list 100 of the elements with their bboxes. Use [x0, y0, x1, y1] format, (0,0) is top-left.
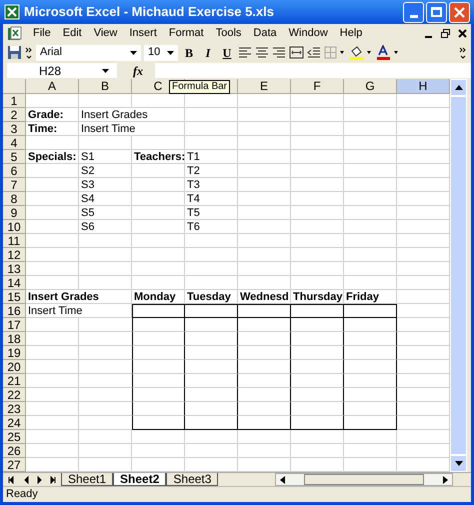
grid-cell[interactable]: S1 [79, 150, 132, 164]
grid-cell[interactable]: Grade: [26, 108, 79, 122]
grid-cell[interactable] [291, 388, 344, 402]
row-header[interactable]: 20 [3, 360, 26, 374]
grid-cell[interactable] [238, 346, 291, 360]
grid-cell[interactable] [291, 332, 344, 346]
row-header[interactable]: 1 [3, 94, 26, 108]
grid-cell[interactable] [185, 402, 238, 416]
menu-item[interactable]: Tools [210, 25, 248, 42]
grid-cell[interactable] [344, 318, 397, 332]
row-header[interactable]: 14 [3, 276, 26, 290]
grid-cell[interactable]: Insert Time [26, 304, 132, 318]
maximize-button[interactable] [426, 2, 447, 22]
grid-cell[interactable]: S5 [79, 206, 132, 220]
close-button[interactable] [449, 2, 470, 22]
grid-cell[interactable] [238, 332, 291, 346]
grid-cell[interactable] [344, 332, 397, 346]
close-icon[interactable] [458, 29, 467, 38]
grid-cell[interactable] [238, 402, 291, 416]
more-icon[interactable] [459, 46, 467, 60]
grid-cell[interactable] [291, 304, 344, 318]
grid-cell[interactable] [344, 374, 397, 388]
row-header[interactable]: 19 [3, 346, 26, 360]
fill-color-icon[interactable] [349, 45, 373, 60]
grid-cell[interactable] [132, 374, 185, 388]
grid-cell[interactable] [344, 360, 397, 374]
column-header[interactable]: B [79, 79, 132, 94]
function-button[interactable]: fx [133, 62, 143, 80]
align-center-icon[interactable] [255, 46, 269, 58]
grid-cell[interactable]: S2 [79, 164, 132, 178]
grid-cell[interactable] [291, 374, 344, 388]
row-header[interactable]: 15 [3, 290, 26, 304]
more-icon[interactable] [25, 46, 33, 60]
column-header[interactable]: G [344, 79, 397, 94]
grid-cell[interactable]: T1 [185, 150, 238, 164]
caret-icon[interactable] [102, 68, 109, 72]
row-header[interactable]: 25 [3, 430, 26, 444]
grid-cell[interactable]: S3 [79, 178, 132, 192]
grid-cell[interactable] [291, 318, 344, 332]
row-header[interactable]: 2 [3, 108, 26, 122]
grid-cell[interactable] [238, 374, 291, 388]
sheet-tab[interactable]: Sheet1 [61, 473, 114, 486]
menu-item[interactable]: Data [247, 25, 283, 42]
row-header[interactable]: 18 [3, 332, 26, 346]
minimize-button[interactable] [403, 2, 424, 22]
grid-cell[interactable]: Time: [26, 122, 79, 136]
row-header[interactable]: 17 [3, 318, 26, 332]
menu-item[interactable]: Format [162, 25, 210, 42]
grid-cell[interactable] [291, 360, 344, 374]
row-header[interactable]: 7 [3, 178, 26, 192]
menu-item[interactable]: Edit [56, 25, 88, 42]
row-header[interactable]: 16 [3, 304, 26, 318]
grid-cell[interactable]: T3 [185, 178, 238, 192]
grid-cell[interactable] [238, 318, 291, 332]
select-all-button[interactable] [3, 79, 26, 94]
grid-cell[interactable]: Friday [344, 290, 397, 304]
grid-cell[interactable] [238, 416, 291, 430]
menu-item[interactable]: File [27, 25, 57, 42]
italic-button[interactable]: I [200, 44, 216, 62]
grid-cell[interactable]: T5 [185, 206, 238, 220]
grid-cell[interactable] [185, 304, 238, 318]
row-header[interactable]: 11 [3, 234, 26, 248]
grid-cell[interactable] [132, 360, 185, 374]
merge-center-icon[interactable] [289, 46, 304, 59]
grid-cell[interactable] [185, 388, 238, 402]
grid-cell[interactable] [238, 304, 291, 318]
grid-cell[interactable] [132, 402, 185, 416]
grid-cell[interactable] [132, 346, 185, 360]
grid-cell[interactable] [185, 360, 238, 374]
row-header[interactable]: 3 [3, 122, 26, 136]
row-header[interactable]: 12 [3, 248, 26, 262]
grid-cell[interactable]: Tuesday [185, 290, 238, 304]
grid-cell[interactable]: Insert Time [79, 122, 185, 136]
horizontal-scrollbar[interactable] [275, 473, 453, 486]
sheet-tab[interactable]: Sheet3 [166, 473, 218, 486]
row-header[interactable]: 26 [3, 444, 26, 458]
bold-button[interactable]: B [181, 44, 197, 62]
workbook-icon[interactable] [7, 26, 23, 42]
row-header[interactable]: 4 [3, 136, 26, 150]
font-color-icon[interactable] [376, 45, 400, 60]
save-icon[interactable] [7, 45, 22, 60]
row-header[interactable]: 23 [3, 402, 26, 416]
name-box[interactable]: H28 [7, 63, 117, 78]
grid-cell[interactable] [132, 318, 185, 332]
restore-icon[interactable] [441, 29, 450, 38]
row-header[interactable]: 5 [3, 150, 26, 164]
grid-cell[interactable] [344, 388, 397, 402]
grid-cell[interactable] [291, 346, 344, 360]
row-header[interactable]: 21 [3, 374, 26, 388]
grid-cell[interactable]: Monday [132, 290, 185, 304]
grid-cell[interactable] [185, 346, 238, 360]
grid-cell[interactable] [185, 374, 238, 388]
grid-cell[interactable]: T4 [185, 192, 238, 206]
caret-icon[interactable] [130, 50, 137, 54]
grid-cell[interactable] [132, 416, 185, 430]
font-size-field[interactable]: 10 [144, 44, 178, 60]
menu-item[interactable]: Insert [123, 25, 163, 42]
grid-cell[interactable] [185, 416, 238, 430]
column-header[interactable]: A [26, 79, 79, 94]
grid-cell[interactable] [238, 388, 291, 402]
